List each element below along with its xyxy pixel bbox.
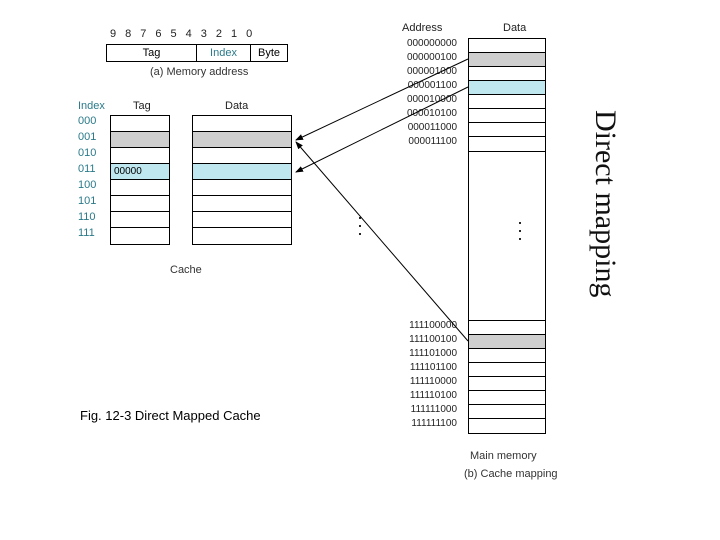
maddr-t7: 000011100 (385, 136, 457, 150)
bit-9: 9 (110, 28, 116, 40)
maddr-b5: 111110100 (385, 390, 457, 404)
memory-address-box: Tag Index Byte (106, 44, 288, 62)
idx-000: 000 (78, 115, 96, 131)
maddr-b3: 111101100 (385, 362, 457, 376)
bit-4: 4 (186, 28, 192, 40)
main-memory-label: Main memory (470, 450, 537, 462)
cache-hdr-tag: Tag (133, 100, 151, 112)
seg-index: Index (197, 45, 251, 61)
bit-0: 0 (246, 28, 252, 40)
maddr-t6: 000011000 (385, 122, 457, 136)
caption-a: (a) Memory address (150, 66, 248, 78)
idx-101: 101 (78, 195, 96, 211)
maddr-t2: 000001000 (385, 66, 457, 80)
arrow-mem-bot-grey-to-cache (296, 142, 468, 341)
mem-top-data (468, 38, 546, 152)
maddr-t0: 000000000 (385, 38, 457, 52)
maddr-b4: 111110000 (385, 376, 457, 390)
cache-hdr-index: Index (78, 100, 105, 112)
maddr-b2: 111101000 (385, 348, 457, 362)
maddr-t3: 000001100 (385, 80, 457, 94)
mem-top-addr-col: 000000000 000000100 000001000 000001100 … (385, 38, 457, 150)
mem-connector (468, 150, 546, 320)
idx-011: 011 (78, 163, 96, 179)
cache-hdr-data: Data (225, 100, 248, 112)
maddr-b0: 111100000 (385, 320, 457, 334)
seg-tag: Tag (107, 45, 197, 61)
mem-hdr-data: Data (503, 22, 526, 34)
maddr-b6: 111111000 (385, 404, 457, 418)
maddr-t4: 000010000 (385, 94, 457, 108)
title-vertical: Direct mapping (588, 110, 622, 297)
mem-hdr-address: Address (402, 22, 442, 34)
cache-index-col: 000 001 010 011 100 101 110 111 (78, 115, 96, 243)
idx-100: 100 (78, 179, 96, 195)
mem-bot-addr-col: 111100000 111100100 111101000 111101100 … (385, 320, 457, 432)
idx-001: 001 (78, 131, 96, 147)
maddr-t1: 000000100 (385, 52, 457, 66)
bit-3: 3 (201, 28, 207, 40)
figure-caption: Fig. 12-3 Direct Mapped Cache (80, 408, 261, 423)
tag-3: 00000 (111, 166, 142, 177)
bit-2: 2 (216, 28, 222, 40)
bit-8: 8 (125, 28, 131, 40)
idx-110: 110 (78, 211, 96, 227)
seg-byte: Byte (251, 45, 287, 61)
idx-010: 010 (78, 147, 96, 163)
bit-5: 5 (171, 28, 177, 40)
mem-bot-data (468, 320, 546, 434)
bit-7: 7 (140, 28, 146, 40)
bit-6: 6 (155, 28, 161, 40)
ellipsis-1-icon: ··· (350, 215, 371, 239)
maddr-b7: 111111100 (385, 418, 457, 432)
cache-data-col (192, 115, 292, 245)
maddr-b1: 111100100 (385, 334, 457, 348)
caption-b: (b) Cache mapping (464, 468, 558, 480)
cache-tag-col: 00000 (110, 115, 170, 245)
cache-label: Cache (170, 264, 202, 276)
bit-number-row: 9 8 7 6 5 4 3 2 1 0 (110, 28, 252, 40)
maddr-t5: 000010100 (385, 108, 457, 122)
bit-1: 1 (231, 28, 237, 40)
idx-111: 111 (78, 227, 96, 243)
